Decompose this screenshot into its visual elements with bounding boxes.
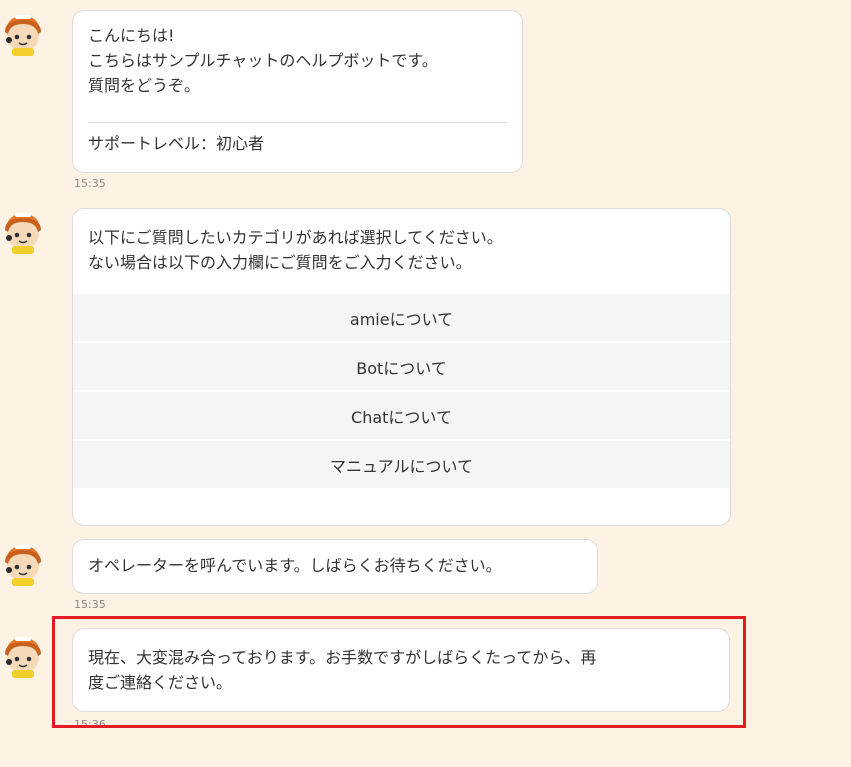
bot-avatar-icon — [0, 10, 46, 56]
message-divider — [88, 122, 507, 123]
bot-avatar-icon — [0, 208, 46, 254]
message-line: 以下にご質問したいカテゴリがあれば選択してください。 — [88, 228, 503, 247]
category-button-chat[interactable]: Chatについて — [73, 392, 730, 441]
support-level-label: サポートレベル：初心者 — [88, 134, 265, 153]
message-line: こちらはサンプルチャットのヘルプボットです。 — [88, 51, 438, 70]
bot-avatar-icon — [0, 632, 46, 678]
category-button-bot[interactable]: Botについて — [73, 343, 730, 392]
message-line: 質問をどうぞ。 — [88, 76, 201, 95]
message-bubble-greeting: こんにちは! こちらはサンプルチャットのヘルプボットです。 質問をどうぞ。 サポ… — [72, 10, 523, 173]
highlight-box — [52, 616, 746, 728]
message-text: オペレーターを呼んでいます。しばらくお待ちください。 — [88, 556, 502, 575]
message-line: ない場合は以下の入力欄にご質問をご入力ください。 — [88, 253, 472, 272]
message-bubble-operator: オペレーターを呼んでいます。しばらくお待ちください。 — [72, 539, 598, 594]
category-list: amieについて Botについて Chatについて マニュアルについて — [73, 294, 730, 490]
message-text: こんにちは! こちらはサンプルチャットのヘルプボットです。 質問をどうぞ。 — [88, 23, 438, 98]
message-text: 以下にご質問したいカテゴリがあれば選択してください。 ない場合は以下の入力欄にご… — [88, 225, 503, 275]
message-line: こんにちは! — [88, 26, 175, 45]
chat-window: こんにちは! こちらはサンプルチャットのヘルプボットです。 質問をどうぞ。 サポ… — [0, 0, 851, 767]
bot-avatar-icon — [0, 540, 46, 586]
category-button-manual[interactable]: マニュアルについて — [73, 441, 730, 490]
message-timestamp: 15:35 — [74, 177, 106, 190]
category-button-amie[interactable]: amieについて — [73, 294, 730, 343]
message-bubble-categories: 以下にご質問したいカテゴリがあれば選択してください。 ない場合は以下の入力欄にご… — [72, 208, 731, 526]
message-timestamp: 15:35 — [74, 598, 106, 611]
